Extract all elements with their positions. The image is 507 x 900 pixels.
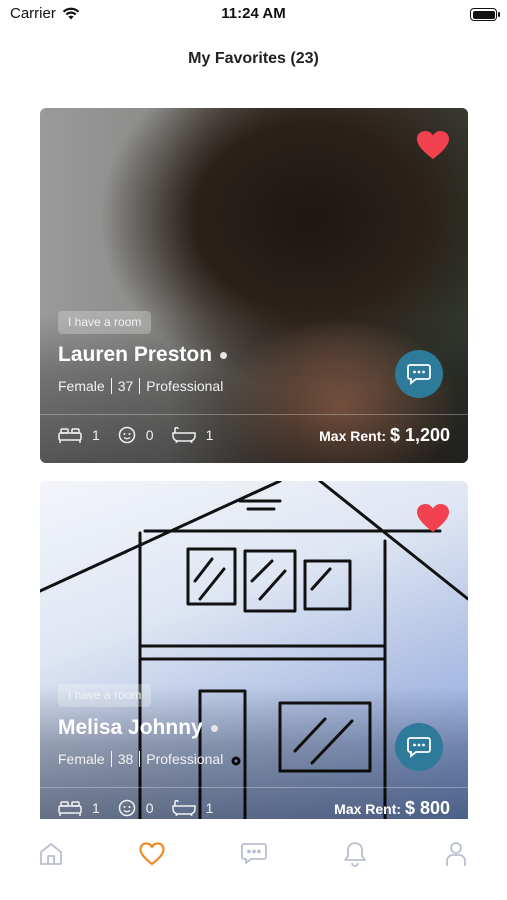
- rent-value: $ 1,200: [389, 425, 450, 445]
- rent-label: Max Rent:: [319, 428, 387, 444]
- person-details: Female 37 Professional: [58, 378, 223, 394]
- tab-notifications[interactable]: [341, 840, 369, 868]
- person-details: Female 38 Professional: [58, 751, 223, 767]
- status-dot: [210, 724, 218, 732]
- message-button[interactable]: [395, 350, 443, 398]
- bathtub-icon: [171, 800, 196, 816]
- beds-count: 1: [92, 427, 100, 443]
- baby-icon: [118, 799, 136, 817]
- room-stats: 1 0 1: [58, 799, 231, 817]
- message-button[interactable]: [395, 723, 443, 771]
- person-name: Melisa Johnny: [58, 716, 203, 739]
- gender: Female: [58, 751, 105, 767]
- page-title: My Favorites (23): [188, 50, 319, 67]
- bathtub-icon: [171, 427, 196, 443]
- name-row: Melisa Johnny: [58, 716, 218, 740]
- baths-count: 1: [205, 427, 214, 443]
- person-name: Lauren Preston: [58, 343, 213, 366]
- gender: Female: [58, 378, 105, 394]
- favorite-heart-icon[interactable]: [416, 503, 450, 533]
- beds-stat: 1: [58, 800, 100, 816]
- chat-icon: [241, 843, 267, 864]
- bottom-tab-bar: [0, 820, 507, 900]
- kids-stat: 0: [118, 799, 154, 817]
- clock: 11:24 AM: [221, 5, 286, 22]
- room-badge: I have a room: [58, 311, 152, 334]
- favorite-heart-icon[interactable]: [416, 130, 450, 160]
- beds-count: 1: [92, 800, 100, 816]
- tab-home[interactable]: [37, 840, 65, 868]
- battery-icon: [470, 8, 500, 21]
- bed-icon: [58, 801, 82, 816]
- rent-value: $ 800: [404, 798, 450, 818]
- baby-icon: [118, 426, 136, 444]
- chat-bubble-icon: [407, 737, 431, 758]
- age: 38: [117, 751, 134, 767]
- heart-icon: [139, 842, 165, 866]
- bed-icon: [58, 428, 82, 443]
- bell-icon: [344, 842, 366, 867]
- favorite-card[interactable]: I have a room Lauren Preston Female 37 Pro…: [40, 108, 468, 463]
- baths-stat: 1: [171, 800, 214, 816]
- tab-favorites[interactable]: [138, 840, 166, 868]
- age: 37: [117, 378, 134, 394]
- kids-stat: 0: [118, 426, 154, 444]
- room-badge: I have a room: [58, 684, 152, 707]
- kids-count: 0: [145, 800, 154, 816]
- occupation: Professional: [146, 751, 224, 767]
- status-dot: [220, 351, 228, 359]
- beds-stat: 1: [58, 427, 100, 443]
- baths-count: 1: [205, 800, 214, 816]
- tab-profile[interactable]: [442, 840, 470, 868]
- room-stats: 1 0 1: [58, 426, 231, 444]
- tab-messages[interactable]: [240, 840, 268, 868]
- profile-icon: [446, 842, 466, 866]
- kids-count: 0: [145, 427, 154, 443]
- home-icon: [40, 843, 62, 865]
- max-rent: Max Rent: $ 800: [334, 798, 450, 819]
- name-row: Lauren Preston: [58, 343, 228, 367]
- chat-bubble-icon: [407, 364, 431, 385]
- baths-stat: 1: [171, 427, 214, 443]
- favorite-card[interactable]: I have a room Melisa Johnny Female 38 Prof…: [40, 481, 468, 819]
- status-bar: Carrier 11:24 AM: [0, 0, 507, 30]
- max-rent: Max Rent: $ 1,200: [319, 425, 450, 446]
- occupation: Professional: [146, 378, 224, 394]
- favorites-list[interactable]: I have a room Lauren Preston Female 37 Pro…: [40, 108, 468, 819]
- rent-label: Max Rent:: [334, 801, 402, 817]
